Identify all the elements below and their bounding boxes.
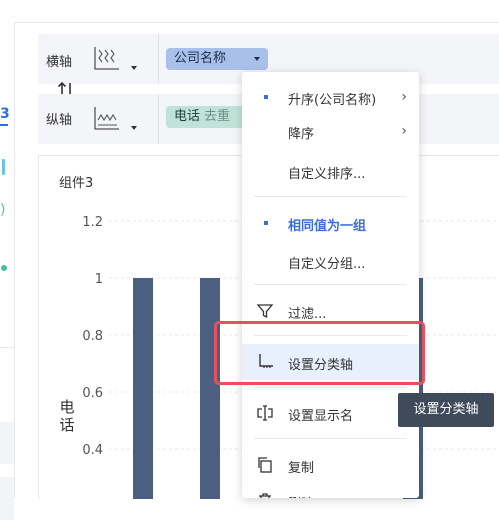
menu-item-label: 自定义排序... [288, 167, 366, 182]
top-toolbar-strip [0, 0, 499, 23]
left-panel-item[interactable] [0, 422, 14, 464]
y-tick-label: 0.4 [82, 443, 103, 458]
menu-item-label: 降序 [288, 127, 315, 142]
menu-item-label: 过滤... [288, 307, 327, 322]
left-panel-item[interactable] [0, 477, 14, 520]
left-panel-underline [0, 124, 8, 126]
delete-icon [259, 493, 271, 498]
highlight-box [214, 321, 425, 385]
y-axis-type-caret-icon[interactable] [131, 126, 137, 130]
y-tick-label: 0.8 [82, 329, 103, 344]
y-field-chip-label: 电话 [174, 109, 201, 124]
menu-item-label: 删除 [288, 493, 314, 498]
axis-divider [158, 34, 159, 84]
selected-dot-icon [264, 95, 268, 99]
submenu-chevron-icon: › [401, 89, 407, 105]
menu-separator [254, 284, 407, 285]
left-panel-indicator [2, 159, 5, 175]
menu-item-same-value-group[interactable]: 相同值为一组 [242, 206, 419, 240]
y-field-chip-sub: 去重 [204, 109, 231, 124]
filter-icon [256, 304, 274, 319]
copy-icon [258, 457, 272, 473]
bar[interactable] [200, 278, 220, 499]
menu-item-label: 复制 [288, 461, 315, 476]
x-field-chip[interactable]: 公司名称 [166, 48, 268, 70]
menu-item-delete[interactable]: 删除 [242, 484, 419, 498]
submenu-chevron-icon: › [401, 123, 407, 139]
menu-item-label: 升序(公司名称) [288, 93, 377, 108]
left-panel-digit: 3 [0, 106, 10, 122]
menu-item-sort-asc[interactable]: 升序(公司名称) › [242, 80, 419, 114]
menu-item-custom-sort[interactable]: 自定义排序... [242, 154, 419, 188]
y-axis-title-char: 话 [59, 416, 74, 434]
y-axis-icon[interactable] [92, 104, 122, 132]
bar[interactable] [133, 278, 153, 499]
menu-item-label: 设置显示名 [288, 409, 354, 424]
y-tick-label: 0.6 [82, 386, 103, 401]
x-axis-label: 横轴 [46, 55, 73, 70]
menu-item-sort-desc[interactable]: 降序 › [242, 114, 419, 148]
axis-divider [158, 94, 159, 144]
menu-item-custom-group[interactable]: 自定义分组... [242, 244, 419, 278]
x-axis-icon[interactable] [92, 44, 122, 72]
x-axis-type-caret-icon[interactable] [131, 66, 137, 70]
left-panel-divider [0, 347, 14, 348]
menu-separator [254, 387, 407, 388]
chip-dropdown-caret-icon[interactable] [254, 57, 260, 61]
rename-icon [257, 405, 273, 421]
menu-separator [254, 196, 407, 197]
menu-item-label: 相同值为一组 [288, 219, 367, 234]
y-tick-label: 1 [95, 272, 103, 287]
field-context-menu: 升序(公司名称) › 降序 › 自定义排序... 相同值为一组 自定义分组...… [242, 72, 419, 498]
y-axis-label: 纵轴 [46, 113, 73, 128]
y-axis-title-char: 电 [59, 398, 74, 416]
menu-item-copy[interactable]: 复制 [242, 448, 419, 482]
menu-separator [254, 438, 407, 439]
selected-dot-icon [264, 221, 268, 225]
menu-item-set-display-name[interactable]: 设置显示名 [242, 396, 419, 430]
tooltip: 设置分类轴 [398, 393, 494, 427]
left-panel-dot [1, 265, 7, 271]
left-field-panel: 3 ) [0, 22, 15, 520]
y-tick-label: 1.2 [82, 215, 103, 230]
left-panel-paren: ) [0, 202, 6, 218]
menu-item-label: 自定义分组... [288, 257, 366, 272]
x-field-chip-label: 公司名称 [174, 51, 227, 66]
